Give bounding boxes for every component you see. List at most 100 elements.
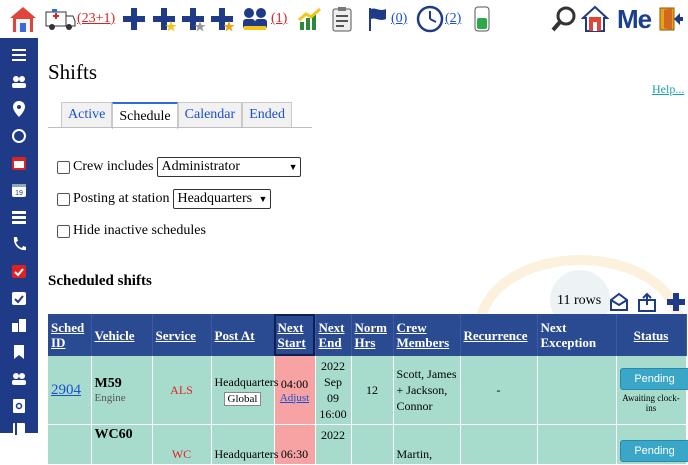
header-recurrence[interactable]: Recurrence xyxy=(460,314,537,356)
people-icon[interactable] xyxy=(9,72,29,92)
status-toggle-icon[interactable] xyxy=(472,4,492,34)
start-time: 06:30 xyxy=(274,425,315,465)
sched-id-cell xyxy=(48,425,91,465)
posting-select[interactable]: Headquarters ▼ xyxy=(173,189,271,209)
tab-ended[interactable]: Ended xyxy=(242,102,292,127)
header-crew[interactable]: Crew Members xyxy=(393,314,460,356)
add-gray-icon[interactable] xyxy=(180,4,206,34)
status-pending-button[interactable]: Pending xyxy=(620,440,688,462)
tab-active[interactable]: Active xyxy=(61,102,112,127)
posting-filter: Posting at station Headquarters ▼ xyxy=(57,189,271,209)
end-date: Sep 09 xyxy=(319,374,348,406)
service-label: ALS xyxy=(152,356,211,425)
posting-select-value: Headquarters xyxy=(177,191,252,207)
crew-filter: Crew includes Administrator ▼ xyxy=(57,157,301,177)
tab-bar: Active Schedule Calendar Ended xyxy=(61,102,292,127)
help-link[interactable]: Help... xyxy=(652,82,684,97)
add-yellow-icon[interactable] xyxy=(209,4,235,34)
location-pin-icon[interactable] xyxy=(9,99,29,119)
end-time: 16:00 xyxy=(319,406,348,422)
document-search-icon[interactable] xyxy=(9,396,29,416)
header-vehicle[interactable]: Vehicle xyxy=(91,314,152,356)
ambulance-count[interactable]: (23+1) xyxy=(77,11,115,27)
hide-inactive-filter: Hide inactive schedules xyxy=(57,223,206,239)
users-icon[interactable] xyxy=(9,369,29,389)
recurrence-value: - xyxy=(460,356,537,425)
svg-text:19: 19 xyxy=(15,190,23,197)
tab-schedule[interactable]: Schedule xyxy=(112,102,177,129)
home-icon[interactable] xyxy=(8,4,38,34)
header-next-end[interactable]: Next End xyxy=(315,314,351,356)
start-time: 04:00 xyxy=(278,377,312,392)
chart-icon[interactable] xyxy=(297,4,323,34)
phone-icon[interactable] xyxy=(9,234,29,254)
crew-filter-label: Crew includes xyxy=(73,159,153,175)
header-sched-id[interactable]: Sched ID xyxy=(48,314,91,356)
hide-inactive-label: Hide inactive schedules xyxy=(73,223,206,239)
status-pending-button[interactable]: Pending xyxy=(620,368,688,390)
vehicle-name: WC60 xyxy=(95,427,149,443)
adjust-link[interactable]: Adjust xyxy=(278,392,312,404)
vehicle-type: Engine xyxy=(95,392,149,404)
chevron-down-icon: ▼ xyxy=(289,162,298,172)
crew-member: + Jackson, xyxy=(397,382,457,398)
logout-icon[interactable] xyxy=(658,4,684,34)
clock-icon[interactable]: (2) xyxy=(416,4,461,34)
header-post-at[interactable]: Post At xyxy=(211,314,274,356)
station-home-icon[interactable] xyxy=(581,4,609,34)
table-header: Sched ID Vehicle Service Post At Next St… xyxy=(48,314,686,356)
clock-count[interactable]: (2) xyxy=(445,11,461,27)
table-row: 2904 M59 Engine ALS Headquarters Global … xyxy=(48,356,686,425)
crew-select[interactable]: Administrator ▼ xyxy=(157,157,301,177)
next-exception-value xyxy=(537,356,616,425)
list-icon[interactable] xyxy=(9,207,29,227)
ambulance-icon[interactable]: (23+1) xyxy=(44,4,115,34)
service-label: WC xyxy=(152,425,211,465)
flag-count[interactable]: (0) xyxy=(391,11,407,27)
bookmark-icon[interactable] xyxy=(9,342,29,362)
tab-calendar[interactable]: Calendar xyxy=(178,102,243,127)
table-row: WC60 WC Headquarters 06:30 2022 Martin, … xyxy=(48,425,686,465)
top-toolbar: (23+1) (1) (0) (2) Me xyxy=(0,0,688,38)
header-status[interactable]: Status xyxy=(616,314,686,356)
crew-count[interactable]: (1) xyxy=(271,11,287,27)
header-next-exception: Next Exception xyxy=(537,314,616,356)
norm-hrs: 12 xyxy=(351,356,393,425)
header-norm-hrs[interactable]: Norm Hrs xyxy=(351,314,393,356)
buildings-icon[interactable] xyxy=(9,315,29,335)
crew-checkbox[interactable] xyxy=(57,161,70,174)
circle-icon[interactable] xyxy=(9,126,29,146)
calendar-icon[interactable] xyxy=(9,288,29,308)
sched-id-link[interactable]: 2904 xyxy=(51,382,81,398)
end-year: 2022 xyxy=(315,425,351,465)
next-exception-value xyxy=(537,425,616,465)
crew-icon[interactable]: (1) xyxy=(240,4,287,34)
shifts-table: Sched ID Vehicle Service Post At Next St… xyxy=(48,314,687,465)
add-shift-icon[interactable] xyxy=(121,4,147,34)
crew-member: Connor xyxy=(397,398,457,414)
posting-checkbox[interactable] xyxy=(57,193,70,206)
add-star-icon[interactable] xyxy=(151,4,177,34)
flag-icon[interactable]: (0) xyxy=(366,4,407,34)
sidebar: 19 xyxy=(0,38,38,433)
clipboard-icon[interactable] xyxy=(331,4,353,34)
chevron-down-icon: ▼ xyxy=(259,194,268,204)
post-badge: Global xyxy=(224,392,262,406)
crew-member: Martin, xyxy=(393,425,460,465)
header-service[interactable]: Service xyxy=(152,314,211,356)
menu-icon[interactable] xyxy=(9,45,29,65)
crew-select-value: Administrator xyxy=(161,159,240,175)
calendar-red-icon[interactable] xyxy=(9,153,29,173)
header-next-start[interactable]: Next Start xyxy=(274,314,315,356)
post-name: Headquarters xyxy=(215,375,271,390)
me-button[interactable]: Me xyxy=(617,4,651,34)
search-icon[interactable] xyxy=(550,4,578,34)
page-title: Shifts xyxy=(48,60,97,85)
calendar-date-icon[interactable]: 19 xyxy=(9,180,29,200)
posting-filter-label: Posting at station xyxy=(73,191,169,207)
calendar-check-icon[interactable] xyxy=(9,261,29,281)
row-count: 11 rows xyxy=(557,293,601,309)
book-icon[interactable] xyxy=(9,419,29,439)
hide-inactive-checkbox[interactable] xyxy=(57,225,70,238)
section-title: Scheduled shifts xyxy=(48,273,152,290)
